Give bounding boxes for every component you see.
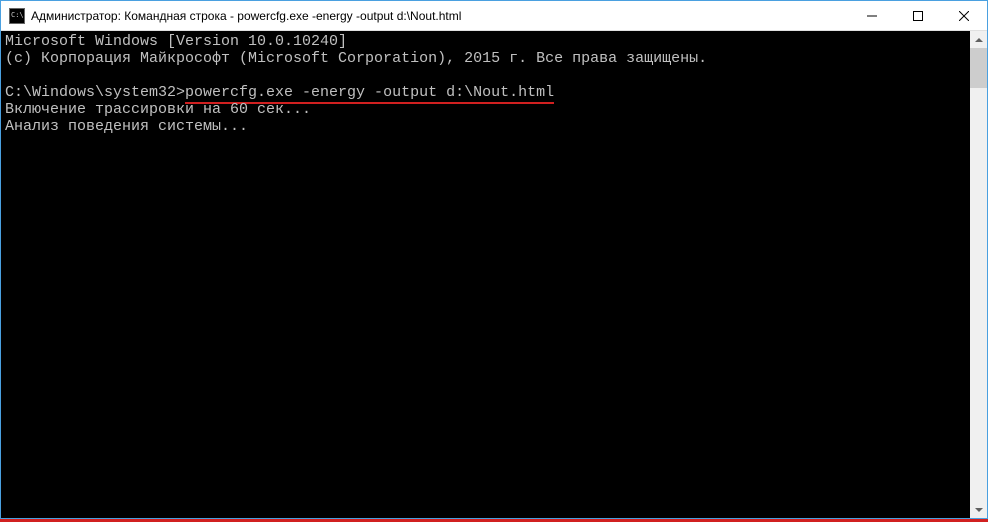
scroll-down-button[interactable] [970, 501, 987, 518]
window-controls [849, 1, 987, 30]
minimize-icon [867, 11, 877, 21]
client-area: Microsoft Windows [Version 10.0.10240] (… [1, 31, 987, 518]
chevron-up-icon [975, 38, 983, 42]
command-prompt-window: Администратор: Командная строка - powerc… [0, 0, 988, 519]
window-title: Администратор: Командная строка - powerc… [31, 9, 461, 23]
output-line: Включение трассировки на 60 сек... [5, 101, 311, 118]
chevron-down-icon [975, 508, 983, 512]
output-line: Анализ поведения системы... [5, 118, 248, 135]
maximize-button[interactable] [895, 1, 941, 30]
scroll-up-button[interactable] [970, 31, 987, 48]
close-button[interactable] [941, 1, 987, 30]
vertical-scrollbar[interactable] [970, 31, 987, 518]
output-line: Microsoft Windows [Version 10.0.10240] [5, 33, 347, 50]
scroll-track[interactable] [970, 48, 987, 501]
cmd-icon [9, 8, 25, 24]
prompt-prefix: C:\Windows\system32> [5, 84, 185, 101]
scroll-thumb[interactable] [970, 48, 987, 88]
terminal-output[interactable]: Microsoft Windows [Version 10.0.10240] (… [1, 31, 970, 518]
close-icon [959, 11, 969, 21]
titlebar[interactable]: Администратор: Командная строка - powerc… [1, 1, 987, 31]
output-line: (c) Корпорация Майкрософт (Microsoft Cor… [5, 50, 707, 67]
maximize-icon [913, 11, 923, 21]
minimize-button[interactable] [849, 1, 895, 30]
